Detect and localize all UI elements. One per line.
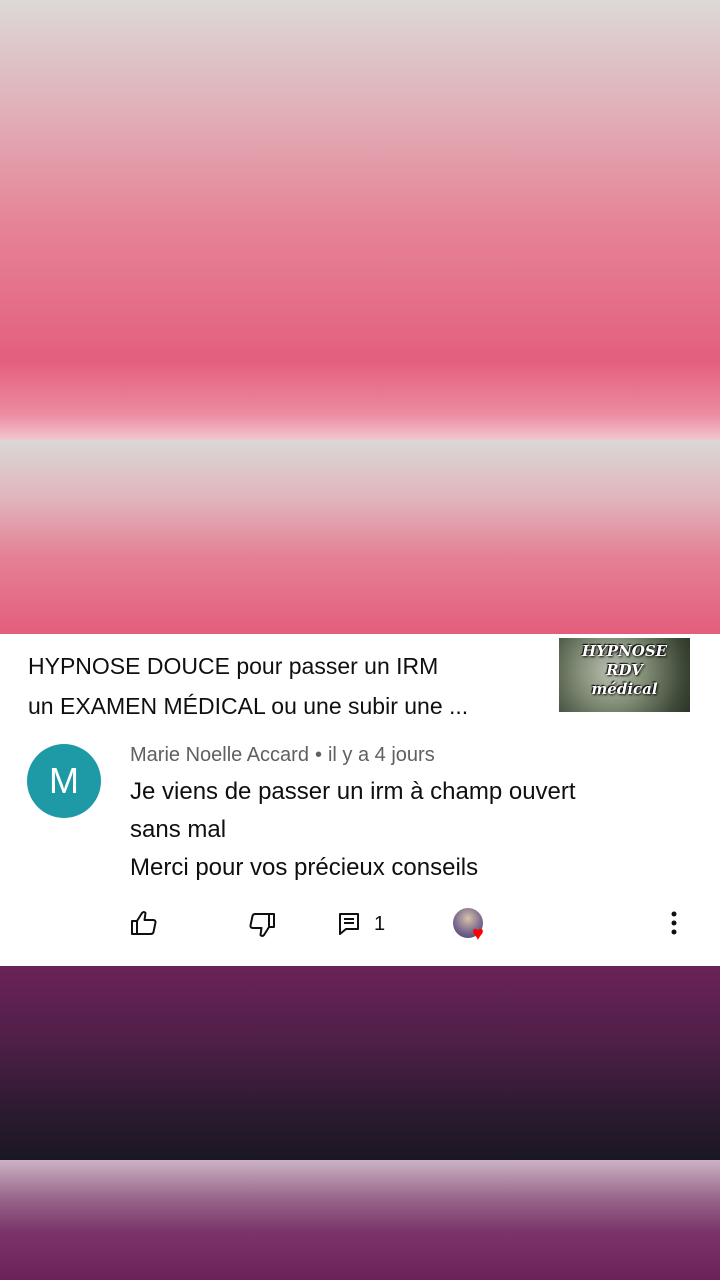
more-vertical-icon	[671, 911, 677, 935]
thumbnail-text-line-3: médical	[591, 680, 658, 698]
background-gradient-bottom-2	[0, 1160, 720, 1280]
commenter-avatar[interactable]: M	[27, 744, 101, 818]
comment-icon	[339, 913, 359, 935]
comment-line-1: Je viens de passer un irm à champ ouvert	[130, 778, 576, 805]
thumb-down-icon	[249, 913, 275, 937]
like-button[interactable]	[130, 910, 158, 936]
reply-button[interactable]: 1	[338, 912, 385, 936]
comment-time: il y a 4 jours	[327, 744, 435, 766]
thumbnail-text-line-2: RDV	[606, 661, 643, 679]
avatar-letter: M	[49, 760, 79, 801]
video-thumbnail[interactable]: HYPNOSE RDV médical	[559, 638, 690, 712]
thumb-up-icon	[131, 911, 157, 935]
background-gradient-bottom	[0, 966, 720, 1160]
dislike-button[interactable]	[248, 912, 276, 938]
heart-icon: ♥	[472, 923, 484, 945]
comment-actions: 1 ♥	[0, 904, 720, 948]
comment-author[interactable]: Marie Noelle Accard	[130, 744, 309, 766]
video-title[interactable]: HYPNOSE DOUCE pour passer un IRM un EXAM…	[28, 646, 538, 726]
thumbnail-text: HYPNOSE RDV médical	[559, 642, 690, 699]
comment-line-3: Merci pour vos précieux conseils	[130, 854, 479, 881]
comment-text: Je viens de passer un irm à champ ouvert…	[130, 773, 690, 887]
creator-heart-badge: ♥	[453, 908, 495, 946]
reply-count: 1	[374, 912, 386, 935]
thumbnail-text-line-1: HYPNOSE	[581, 642, 668, 660]
video-title-line-2: un EXAMEN MÉDICAL ou une subir une ...	[28, 693, 469, 719]
meta-separator: •	[314, 744, 322, 766]
comment-line-2: sans mal	[130, 816, 227, 843]
video-title-line-1: HYPNOSE DOUCE pour passer un IRM	[28, 653, 439, 679]
background-gradient-top-2	[0, 440, 720, 634]
comment-card: HYPNOSE DOUCE pour passer un IRM un EXAM…	[0, 634, 720, 966]
background-gradient-top	[0, 0, 720, 440]
more-options-button[interactable]	[664, 910, 684, 938]
comment-meta: Marie Noelle Accard • il y a 4 jours	[130, 744, 435, 767]
